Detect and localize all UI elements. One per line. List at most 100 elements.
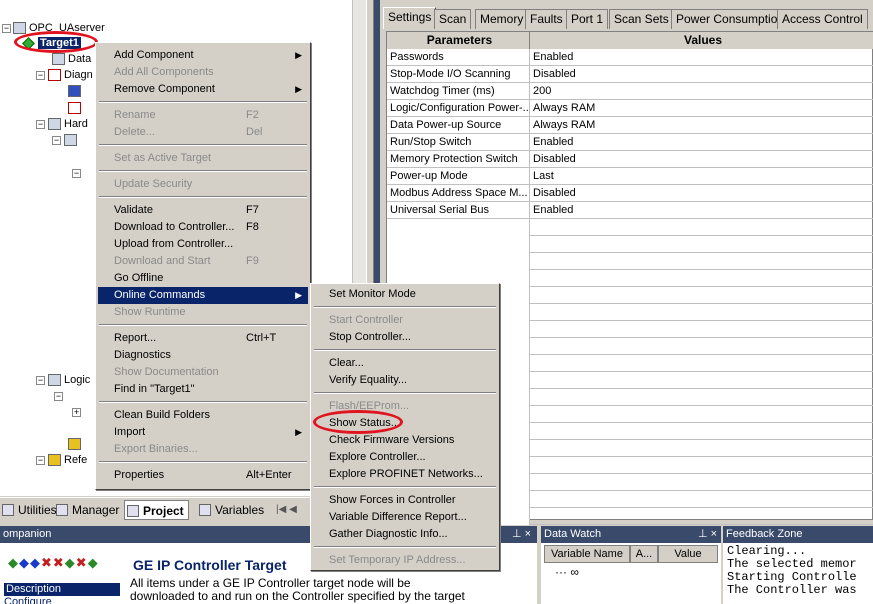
grid-row[interactable]: Stop-Mode I/O Scanning Disabled xyxy=(387,66,873,83)
tab-port-1[interactable]: Port 1 xyxy=(566,9,609,29)
tree-node-references[interactable]: − Refe xyxy=(36,452,87,468)
parameter-value[interactable] xyxy=(530,457,873,474)
parameter-value[interactable] xyxy=(530,253,873,270)
parameter-value[interactable] xyxy=(530,372,873,389)
tab-variables[interactable]: Variables xyxy=(197,500,264,520)
menu-item[interactable]: Download to Controller... F8 xyxy=(98,219,308,236)
parameter-value[interactable]: Enabled xyxy=(530,49,873,66)
collapse-icon[interactable]: − xyxy=(36,376,45,385)
submenu-item[interactable]: Show Forces in Controller xyxy=(313,492,497,509)
grid-row[interactable]: Power-up Mode Last xyxy=(387,168,873,185)
close-icon[interactable]: ⊥ × xyxy=(698,526,717,543)
tree-node-data[interactable]: Data xyxy=(52,51,91,67)
submenu-item[interactable]: Stop Controller... xyxy=(313,329,497,346)
parameter-value[interactable] xyxy=(530,440,873,457)
tree-node-logic[interactable]: − Logic xyxy=(36,372,90,388)
grid-row[interactable]: Memory Protection Switch Disabled xyxy=(387,151,873,168)
submenu-item[interactable]: Variable Difference Report... xyxy=(313,509,497,526)
parameter-value[interactable] xyxy=(530,508,873,525)
grid-row[interactable] xyxy=(387,236,873,253)
collapse-icon[interactable]: − xyxy=(36,456,45,465)
submenu-item[interactable]: Clear... xyxy=(313,355,497,372)
menu-item[interactable]: Delete... Del xyxy=(98,124,308,141)
grid-row[interactable]: Watchdog Timer (ms) 200 xyxy=(387,83,873,100)
tree-node-item[interactable] xyxy=(68,436,84,452)
collapse-icon[interactable]: − xyxy=(54,392,63,401)
submenu-item[interactable]: Check Firmware Versions xyxy=(313,432,497,449)
parameter-value[interactable] xyxy=(530,406,873,423)
menu-item[interactable]: Add Component ▶ xyxy=(98,47,308,64)
parameter-value[interactable] xyxy=(530,355,873,372)
parameter-value[interactable]: Disabled xyxy=(530,185,873,202)
parameter-value[interactable]: Enabled xyxy=(530,134,873,151)
tab-power-consumption[interactable]: Power Consumption xyxy=(671,9,790,29)
menu-item[interactable]: Remove Component ▶ xyxy=(98,81,308,98)
parameter-value[interactable]: Always RAM xyxy=(530,117,873,134)
tab-project[interactable]: Project xyxy=(124,500,189,520)
grid-row[interactable]: Data Power-up Source Always RAM xyxy=(387,117,873,134)
parameter-value[interactable] xyxy=(530,304,873,321)
menu-item[interactable]: Export Binaries... xyxy=(98,441,308,458)
menu-item[interactable]: Properties Alt+Enter xyxy=(98,467,308,484)
collapse-icon[interactable]: − xyxy=(72,169,81,178)
menu-item[interactable]: Report... Ctrl+T xyxy=(98,330,308,347)
description-tab[interactable]: Description xyxy=(4,583,120,596)
menu-item[interactable]: Diagnostics xyxy=(98,347,308,364)
tab-memory[interactable]: Memory xyxy=(475,9,529,29)
menu-item[interactable]: Download and Start F9 xyxy=(98,253,308,270)
parameter-value[interactable] xyxy=(530,491,873,508)
menu-item[interactable]: Validate F7 xyxy=(98,202,308,219)
tree-node-child[interactable] xyxy=(68,100,84,116)
tree-node-slot[interactable]: − xyxy=(72,165,81,181)
submenu-item[interactable]: Start Controller xyxy=(313,312,497,329)
tree-node-rack[interactable]: − xyxy=(52,132,80,148)
parameter-value[interactable]: Last xyxy=(530,168,873,185)
grid-row[interactable] xyxy=(387,253,873,270)
column-variable-name[interactable]: Variable Name xyxy=(544,545,630,563)
menu-item[interactable]: Go Offline xyxy=(98,270,308,287)
tree-node-diagnostics[interactable]: − Diagn xyxy=(36,67,93,83)
parameter-value[interactable]: Enabled xyxy=(530,202,873,219)
collapse-icon[interactable]: − xyxy=(36,71,45,80)
scroll-left-icon[interactable]: |◀ ◀ xyxy=(276,504,297,515)
parameter-value[interactable]: Always RAM xyxy=(530,100,873,117)
grid-row[interactable] xyxy=(387,219,873,236)
menu-item[interactable]: Find in "Target1" xyxy=(98,381,308,398)
parameter-value[interactable] xyxy=(530,423,873,440)
submenu-item[interactable]: Gather Diagnostic Info... xyxy=(313,526,497,543)
tab-scan[interactable]: Scan xyxy=(434,9,472,29)
parameter-value[interactable] xyxy=(530,236,873,253)
tab-faults[interactable]: Faults xyxy=(525,9,568,29)
pin-icon[interactable]: ⊥ × xyxy=(512,526,531,543)
collapse-icon[interactable]: − xyxy=(2,24,11,33)
parameter-value[interactable] xyxy=(530,338,873,355)
column-header-parameters[interactable]: Parameters xyxy=(387,32,530,49)
collapse-icon[interactable]: − xyxy=(52,136,61,145)
submenu-item[interactable]: Set Monitor Mode xyxy=(313,286,497,303)
tab-manager[interactable]: Manager xyxy=(54,500,119,520)
submenu-item[interactable]: Explore PROFINET Networks... xyxy=(313,466,497,483)
companion-toolbar-icons[interactable]: ◆◆◆✖✖◆✖◆ xyxy=(8,555,99,571)
column-value[interactable]: Value xyxy=(658,545,718,563)
menu-item[interactable]: Online Commands ▶ xyxy=(98,287,308,304)
submenu-item[interactable]: Verify Equality... xyxy=(313,372,497,389)
parameter-value[interactable]: 200 xyxy=(530,83,873,100)
column-address[interactable]: A... xyxy=(630,545,658,563)
submenu-item[interactable]: Set Temporary IP Address... xyxy=(313,552,497,569)
submenu-item[interactable]: Explore Controller... xyxy=(313,449,497,466)
tree-node-hardware[interactable]: − Hard xyxy=(36,116,88,132)
menu-item[interactable]: Show Documentation xyxy=(98,364,308,381)
grid-row[interactable]: Modbus Address Space M... Disabled xyxy=(387,185,873,202)
tree-node-child[interactable] xyxy=(68,83,84,99)
parameter-value[interactable]: Disabled xyxy=(530,66,873,83)
tree-node-program[interactable]: − xyxy=(54,388,63,404)
configure-tab[interactable]: Configure xyxy=(4,596,52,604)
menu-item[interactable]: Upload from Controller... xyxy=(98,236,308,253)
menu-item[interactable]: Rename F2 xyxy=(98,107,308,124)
menu-item[interactable]: Add All Components xyxy=(98,64,308,81)
tab-scan-sets[interactable]: Scan Sets xyxy=(609,9,674,29)
parameter-value[interactable] xyxy=(530,270,873,287)
expand-icon[interactable]: + xyxy=(72,408,81,417)
grid-row[interactable]: Logic/Configuration Power-... Always RAM xyxy=(387,100,873,117)
menu-item[interactable]: Set as Active Target xyxy=(98,150,308,167)
